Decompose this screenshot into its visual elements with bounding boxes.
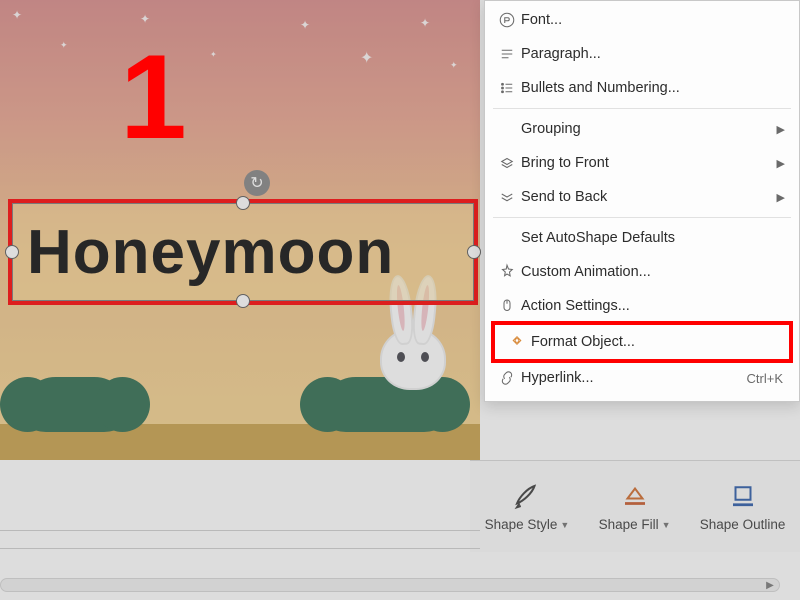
shape-toolbar: Shape Style▼ Shape Fill▼ Shape Outline [470, 460, 800, 552]
divider [0, 530, 480, 531]
mouse-icon [493, 297, 521, 315]
menu-label: Set AutoShape Defaults [521, 230, 789, 246]
brush-icon [512, 481, 542, 511]
horizontal-scrollbar[interactable]: ▶ [0, 578, 780, 592]
menu-shortcut: Ctrl+K [747, 371, 789, 386]
submenu-arrow-icon: ▶ [777, 157, 789, 170]
format-object-icon [503, 333, 531, 351]
menu-custom-animation[interactable]: Custom Animation... [485, 255, 799, 289]
resize-handle-top[interactable] [236, 196, 250, 210]
bullets-icon [493, 79, 521, 97]
menu-send-to-back[interactable]: Send to Back ▶ [485, 180, 799, 214]
submenu-arrow-icon: ▶ [777, 191, 789, 204]
menu-font[interactable]: Font... [485, 3, 799, 37]
menu-label: Custom Animation... [521, 264, 789, 280]
font-icon [493, 11, 521, 29]
submenu-arrow-icon: ▶ [777, 123, 789, 136]
menu-paragraph[interactable]: Paragraph... [485, 37, 799, 71]
toolbar-label: Shape Outline [700, 517, 786, 532]
menu-label: Bullets and Numbering... [521, 80, 789, 96]
menu-bring-to-front[interactable]: Bring to Front ▶ [485, 146, 799, 180]
bush-shape [20, 377, 130, 432]
menu-label: Action Settings... [521, 298, 789, 314]
menu-label: Hyperlink... [521, 370, 747, 386]
shape-fill-button[interactable]: Shape Fill▼ [599, 481, 671, 532]
textbox-text[interactable]: Honeymoon [27, 217, 394, 288]
menu-separator [493, 108, 791, 109]
paragraph-icon [493, 45, 521, 63]
rotation-handle[interactable] [244, 170, 270, 196]
send-back-icon [493, 188, 521, 206]
toolbar-label: Shape Style [485, 517, 558, 532]
shape-outline-button[interactable]: Shape Outline [700, 481, 786, 532]
animation-icon [493, 263, 521, 281]
scroll-right-arrow-icon[interactable]: ▶ [761, 579, 779, 591]
menu-label: Paragraph... [521, 46, 789, 62]
menu-label: Format Object... [531, 334, 779, 350]
toolbar-label: Shape Fill [599, 517, 659, 532]
context-menu: Font... Paragraph... Bullets and Numberi… [484, 0, 800, 402]
resize-handle-left[interactable] [5, 245, 19, 259]
menu-grouping[interactable]: Grouping ▶ [485, 112, 799, 146]
selected-textbox[interactable]: Honeymoon [12, 203, 474, 301]
menu-label: Grouping [521, 121, 777, 137]
menu-separator [493, 217, 791, 218]
bring-front-icon [493, 154, 521, 172]
bunny-shape [350, 290, 470, 430]
format-object-highlight: Format Object... [491, 321, 793, 363]
chevron-down-icon: ▼ [560, 520, 569, 530]
shape-style-button[interactable]: Shape Style▼ [485, 481, 570, 532]
menu-set-autoshape-defaults[interactable]: Set AutoShape Defaults [485, 221, 799, 255]
annotation-1: 1 [120, 28, 187, 166]
menu-action-settings[interactable]: Action Settings... [485, 289, 799, 323]
link-icon [493, 369, 521, 387]
menu-bullets[interactable]: Bullets and Numbering... [485, 71, 799, 105]
menu-hyperlink[interactable]: Hyperlink... Ctrl+K [485, 361, 799, 395]
chevron-down-icon: ▼ [662, 520, 671, 530]
resize-handle-bottom[interactable] [236, 294, 250, 308]
divider [0, 548, 480, 549]
resize-handle-right[interactable] [467, 245, 481, 259]
outline-icon [728, 481, 758, 511]
menu-format-object[interactable]: Format Object... [495, 325, 789, 359]
menu-label: Send to Back [521, 189, 777, 205]
menu-label: Font... [521, 12, 789, 28]
fill-icon [620, 481, 650, 511]
selected-textbox-highlight: Honeymoon [8, 199, 478, 305]
menu-label: Bring to Front [521, 155, 777, 171]
